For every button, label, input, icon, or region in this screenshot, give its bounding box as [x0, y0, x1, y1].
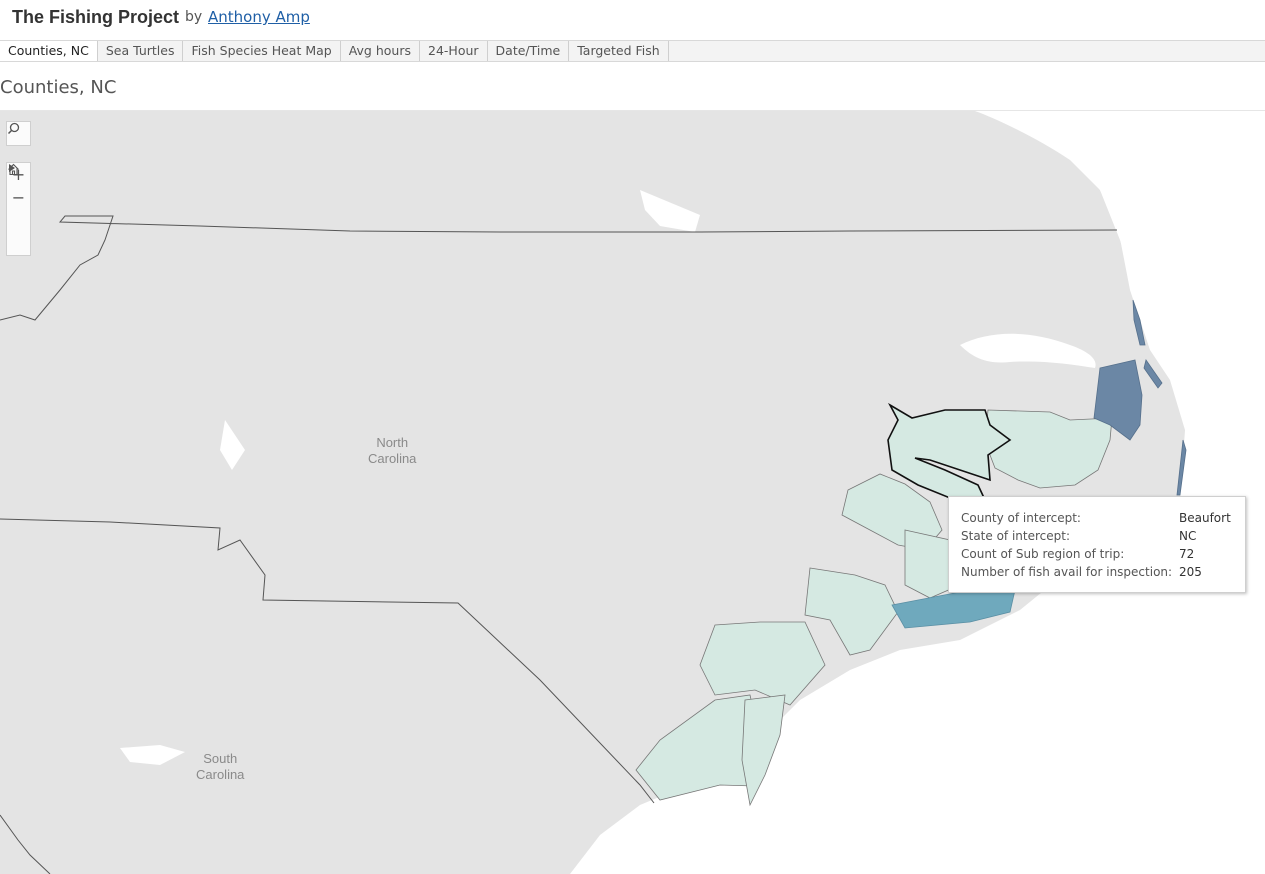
- play-icon: [9, 164, 15, 172]
- search-icon: [7, 122, 20, 135]
- dashboard-header: The Fishing Project by Anthony Amp: [0, 0, 1265, 40]
- tooltip-key: State of intercept:: [961, 529, 1071, 543]
- map-zoom-toolbar: + −: [6, 162, 31, 256]
- tab-24-hour[interactable]: 24-Hour: [420, 41, 488, 61]
- sheet-tabs: Counties, NC Sea Turtles Fish Species He…: [0, 40, 1265, 62]
- by-label: by: [185, 9, 203, 25]
- label-south: South: [203, 751, 238, 766]
- tooltip-row: Number of fish avail for inspection: 205: [961, 563, 1233, 581]
- county-new-hanover[interactable]: [741, 694, 786, 807]
- tooltip-value: 72: [1179, 547, 1195, 561]
- project-title: The Fishing Project: [12, 7, 180, 27]
- tooltip-key: Count of Sub region of trip:: [961, 547, 1125, 561]
- tooltip-key: County of intercept:: [961, 511, 1081, 525]
- search-button[interactable]: [7, 122, 30, 145]
- label-carolina: Carolina: [368, 451, 417, 466]
- tooltip-row: Count of Sub region of trip: 72: [961, 545, 1233, 563]
- label-north: North: [376, 435, 409, 450]
- tab-date-time[interactable]: Date/Time: [487, 41, 570, 61]
- label-north-carolina: North Carolina: [368, 435, 416, 467]
- author-link[interactable]: Anthony Amp: [208, 8, 310, 26]
- label-carolina: Carolina: [196, 767, 245, 782]
- tab-avg-hours[interactable]: Avg hours: [340, 41, 420, 61]
- map-view[interactable]: North Carolina South Carolina + −: [0, 111, 1265, 874]
- tooltip-value: NC: [1179, 529, 1197, 543]
- expand-toolbar-button[interactable]: [7, 164, 30, 255]
- home-button[interactable]: [7, 163, 30, 232]
- map-canvas[interactable]: [0, 111, 1265, 874]
- label-south-carolina: South Carolina: [196, 751, 244, 783]
- tab-targeted-fish[interactable]: Targeted Fish: [569, 41, 669, 61]
- tab-sea-turtles[interactable]: Sea Turtles: [97, 41, 184, 61]
- map-search-toolbar: [6, 121, 31, 146]
- tooltip-row: State of intercept: NC: [961, 527, 1233, 545]
- zoom-out-button[interactable]: −: [7, 186, 30, 209]
- tab-counties-nc[interactable]: Counties, NC: [0, 41, 98, 61]
- tooltip-key: Number of fish avail for inspection:: [961, 565, 1173, 579]
- tab-fish-species-heat-map[interactable]: Fish Species Heat Map: [183, 41, 341, 61]
- county-tooltip: County of intercept: Beaufort State of i…: [948, 496, 1246, 593]
- tooltip-value: Beaufort: [1179, 511, 1231, 525]
- tooltip-value: 205: [1179, 565, 1202, 579]
- sheet-title: Counties, NC: [0, 77, 117, 98]
- tooltip-row: County of intercept: Beaufort: [961, 509, 1233, 527]
